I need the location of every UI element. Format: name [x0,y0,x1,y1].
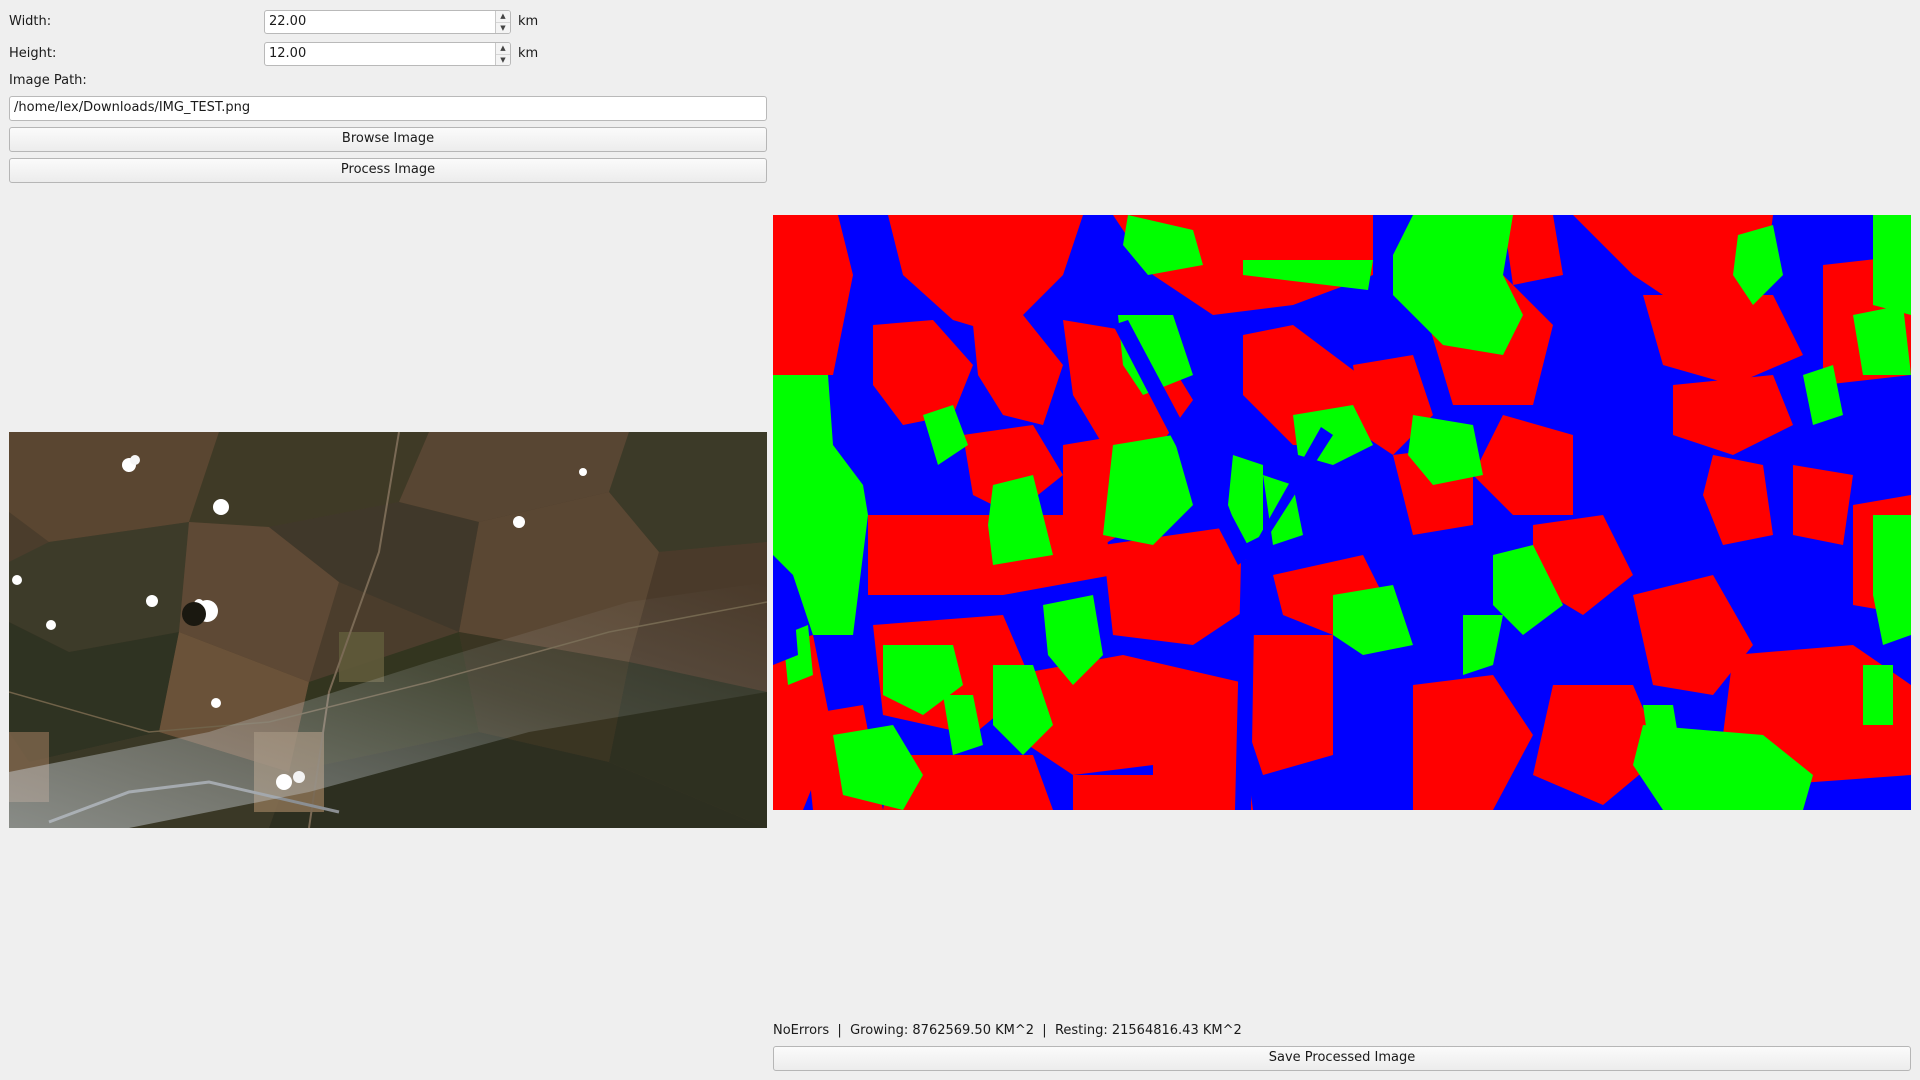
satellite-image [9,432,767,828]
processed-image [773,215,1911,810]
spin-up-icon[interactable]: ▲ [496,11,510,22]
status-separator: | [1042,1023,1047,1038]
spin-up-icon[interactable]: ▲ [496,43,510,54]
status-error: NoErrors [773,1023,830,1038]
status-growing: Growing: 8762569.50 KM^2 [850,1023,1035,1038]
status-bar: NoErrors | Growing: 8762569.50 KM^2 | Re… [773,1023,1242,1039]
width-label: Width: [9,14,52,29]
process-image-button[interactable]: Process Image [9,158,767,183]
status-separator: | [837,1023,842,1038]
image-path-label: Image Path: [9,73,87,88]
height-value[interactable]: 12.00 [265,43,495,65]
width-value[interactable]: 22.00 [265,11,495,33]
height-unit: km [518,46,539,61]
status-resting: Resting: 21564816.43 KM^2 [1054,1023,1242,1038]
height-label: Height: [9,46,57,61]
height-spinbox[interactable]: 12.00 ▲ ▼ [264,42,511,66]
width-unit: km [518,14,539,29]
satellite-image-graphic [9,432,767,828]
save-processed-image-button[interactable]: Save Processed Image [773,1046,1911,1071]
image-path-input[interactable]: /home/lex/Downloads/IMG_TEST.png [9,96,767,121]
spin-down-icon[interactable]: ▼ [496,53,510,66]
processed-image-graphic [773,215,1911,810]
spin-down-icon[interactable]: ▼ [496,21,510,34]
width-spinbox[interactable]: 22.00 ▲ ▼ [264,10,511,34]
browse-image-button[interactable]: Browse Image [9,127,767,152]
